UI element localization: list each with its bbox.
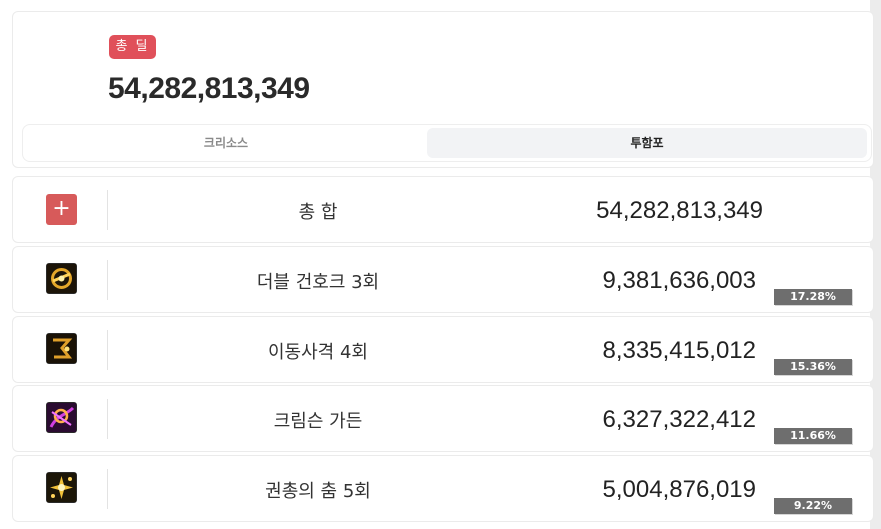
skill-damage-value: 9,381,636,003 (602, 267, 756, 294)
tab-bar: 크리소스 투함포 (22, 124, 872, 162)
skill-name: 권총의 춤 5회 (265, 481, 371, 502)
skill-row: 이동사격 4회 8,335,415,012 15.36% (12, 316, 874, 383)
plus-icon[interactable]: + (46, 194, 77, 225)
skill-damage-value: 8,335,415,012 (602, 337, 756, 364)
row-divider (107, 399, 108, 439)
total-label: 총 합 (298, 202, 338, 223)
row-divider (107, 469, 108, 509)
skill-damage-value: 5,004,876,019 (602, 476, 756, 503)
skill-name: 더블 건호크 3회 (256, 272, 380, 293)
damage-share-badge: 15.36% (774, 359, 852, 375)
summary-card: 총 딜 54,282,813,349 크리소스 투함포 (12, 11, 874, 168)
skill-damage-value: 6,327,322,412 (602, 406, 756, 433)
double-gunhawk-skill-icon (46, 263, 77, 294)
row-divider (107, 260, 108, 300)
tab-tuhampo[interactable]: 투함포 (427, 128, 867, 158)
total-row-value: 54,282,813,349 (596, 197, 763, 224)
skill-name: 크림슨 가든 (273, 411, 363, 432)
pistol-dance-skill-icon (46, 472, 77, 503)
skill-name: 이동사격 4회 (268, 342, 368, 363)
total-row: + 총 합 54,282,813,349 (12, 176, 874, 243)
moving-shot-skill-icon (46, 333, 77, 364)
damage-share-badge: 9.22% (774, 498, 852, 514)
skill-row: 권총의 춤 5회 5,004,876,019 9.22% (12, 455, 874, 522)
damage-share-badge: 11.66% (774, 428, 852, 444)
skill-row: 크림슨 가든 6,327,322,412 11.66% (12, 385, 874, 452)
skill-row: 더블 건호크 3회 9,381,636,003 17.28% (12, 246, 874, 313)
damage-share-badge: 17.28% (774, 289, 852, 305)
total-damage-badge: 총 딜 (109, 35, 156, 59)
total-damage-value: 54,282,813,349 (108, 72, 310, 105)
tab-crisis[interactable]: 크리소스 (26, 128, 426, 158)
row-divider (107, 190, 108, 230)
row-divider (107, 330, 108, 370)
crimson-garden-skill-icon (46, 402, 77, 433)
